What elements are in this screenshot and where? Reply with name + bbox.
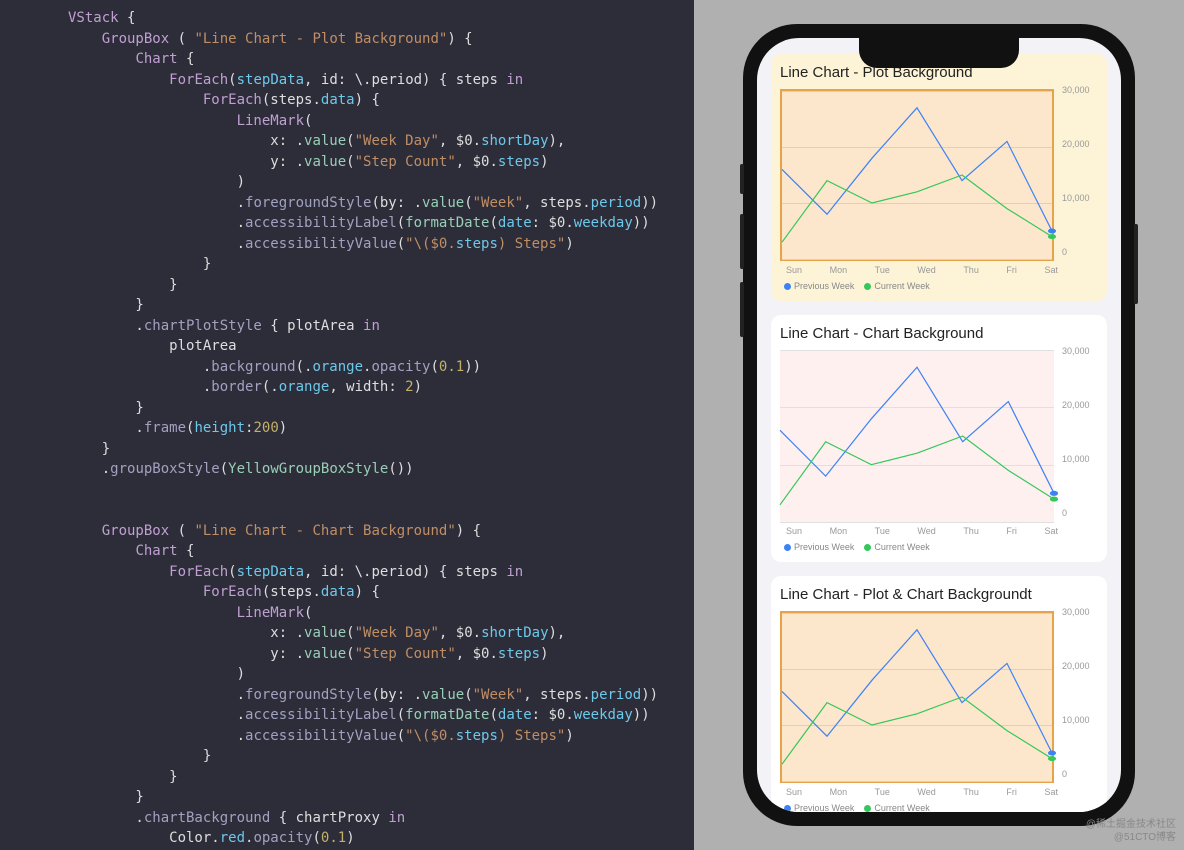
chart-card-chart-background: Line Chart - Chart Background [771, 315, 1107, 562]
plot-area [780, 350, 1054, 522]
legend-dot-icon [784, 544, 791, 551]
notch [859, 38, 1019, 68]
chart-lines [780, 350, 1054, 522]
y-axis-labels: 30,000 20,000 10,000 0 [1058, 611, 1098, 783]
legend-dot-icon [864, 283, 871, 290]
chart-area: 30,000 20,000 10,000 0 [780, 611, 1098, 783]
chart-lines [782, 91, 1052, 259]
preview-pane: Line Chart - Plot Background [694, 0, 1184, 850]
card-title: Line Chart - Plot & Chart Backgroundt [780, 586, 1098, 603]
mute-switch [740, 164, 744, 194]
watermark: @稀土掘金技术社区 @51CTO博客 [1086, 818, 1176, 844]
code-content: VStack { GroupBox ( "Line Chart - Plot B… [68, 8, 694, 850]
card-title: Line Chart - Chart Background [780, 325, 1098, 342]
legend-dot-icon [784, 283, 791, 290]
chart-legend: Previous Week Current Week [780, 277, 1098, 291]
device-frame: Line Chart - Plot Background [743, 24, 1135, 826]
volume-down [740, 282, 744, 337]
x-axis-labels: SunMonTueWedThuFriSat [780, 783, 1098, 799]
y-axis-labels: 30,000 20,000 10,000 0 [1058, 350, 1098, 522]
power-button [1134, 224, 1138, 304]
chart-lines [782, 613, 1052, 781]
chart-card-plot-background: Line Chart - Plot Background [771, 54, 1107, 301]
x-axis-labels: SunMonTueWedThuFriSat [780, 522, 1098, 538]
plot-area [780, 89, 1054, 261]
code-editor[interactable]: VStack { GroupBox ( "Line Chart - Plot B… [0, 0, 694, 850]
x-axis-labels: SunMonTueWedThuFriSat [780, 261, 1098, 277]
device-screen: Line Chart - Plot Background [757, 38, 1121, 812]
volume-up [740, 214, 744, 269]
y-axis-labels: 30,000 20,000 10,000 0 [1058, 89, 1098, 261]
legend-dot-icon [864, 544, 871, 551]
chart-legend: Previous Week Current Week [780, 799, 1098, 812]
screen-content[interactable]: Line Chart - Plot Background [757, 38, 1121, 812]
chart-area: 30,000 20,000 10,000 0 [780, 89, 1098, 261]
legend-dot-icon [864, 805, 871, 812]
chart-card-both-backgrounds: Line Chart - Plot & Chart Backgroundt [771, 576, 1107, 812]
plot-area [780, 611, 1054, 783]
chart-area: 30,000 20,000 10,000 0 [780, 350, 1098, 522]
legend-dot-icon [784, 805, 791, 812]
chart-legend: Previous Week Current Week [780, 538, 1098, 552]
